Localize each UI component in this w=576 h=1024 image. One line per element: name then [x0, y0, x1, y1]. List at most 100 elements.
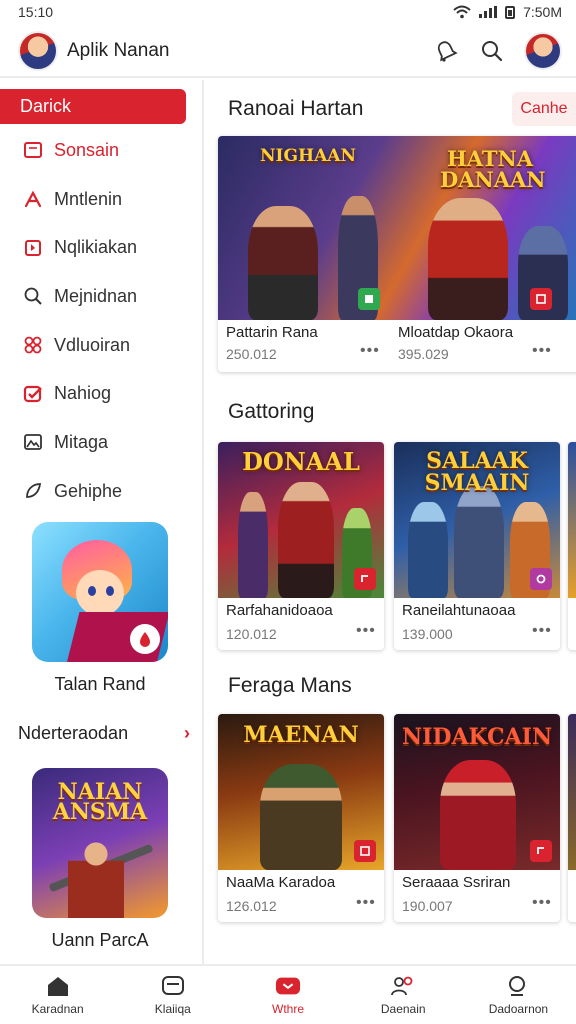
game-card-meta: 190.007 [402, 898, 453, 914]
more-options-icon[interactable]: ••• [356, 622, 376, 640]
bookmark-icon [22, 237, 44, 259]
profile-avatar[interactable] [524, 32, 562, 70]
status-bar: 15:10 7:50M [0, 0, 576, 24]
game-card-logo: NIDAKCAIN [402, 724, 553, 750]
game-card-art: NIDAKCAIN [394, 714, 560, 870]
sidebar-item-nqlikiakan[interactable]: Nqlikiakan [0, 223, 204, 272]
promo-game-hero [68, 838, 124, 918]
signal-icon [479, 6, 498, 18]
nav-label: Daenain [380, 1002, 426, 1016]
bell-icon[interactable] [432, 37, 460, 65]
game-card-title: Rarfahanidoaoa [226, 602, 333, 619]
main-content: Ranoai Hartan Canhe NIGHAAN HATNA DANAAN… [206, 80, 576, 964]
section-title-1: Ranoai Hartan [228, 97, 364, 120]
header-actions [432, 32, 562, 70]
sidebar-item-label: Sonsain [54, 139, 120, 160]
store-badge-icon [530, 840, 552, 862]
user-avatar[interactable] [18, 31, 58, 71]
game-card[interactable]: MAENAN NaaMa Karadoa 126.012 ••• [218, 714, 384, 922]
featured-left-title: Pattarin Rana [226, 324, 318, 341]
game-card-logo: MAENAN [243, 722, 359, 748]
battery-icon [505, 5, 516, 19]
promo-game-banner[interactable]: NAIAN ANSMA [32, 768, 168, 918]
featured-right-meta: 395.029 [398, 346, 449, 362]
more-link[interactable]: Nderteraodan › [18, 723, 190, 744]
sidebar-item-nahiog[interactable]: Nahiog [0, 369, 204, 418]
play-icon [275, 974, 301, 998]
status-clock: 7:50M [523, 4, 562, 20]
app-title: Aplik Nanan [67, 40, 170, 61]
nav-item-chat[interactable]: Klaiiqa [115, 966, 230, 1024]
sidebar-item-label: Nqlikiakan [54, 237, 138, 258]
search-icon[interactable] [478, 37, 506, 65]
android-badge-icon [358, 288, 380, 310]
tablet-icon [22, 139, 44, 161]
sidebar-item-gehiphe[interactable]: Gehiphe [0, 467, 204, 516]
sidebar-item-mejnidnan[interactable]: Mejnidnan [0, 272, 204, 321]
nav-item-home[interactable]: Karadnan [0, 966, 115, 1024]
promo-banner[interactable] [32, 522, 168, 662]
featured-right-title: Mloatdap Okaora [398, 324, 514, 341]
sidebar-list: Sonsain Mntlenin Nqlikiakan Mejnidnan Vd… [0, 126, 204, 516]
store-badge-icon [530, 288, 552, 310]
bottom-navigation: Karadnan Klaiiqa Wthre Daenain Dadoarnon [0, 964, 576, 1024]
art-figure [248, 206, 318, 320]
promo-badge-icon [130, 624, 160, 654]
sidebar-item-active[interactable]: Darick [0, 89, 186, 124]
promo-character-eye [88, 586, 96, 596]
chevron-right-icon: › [184, 723, 190, 743]
game-card[interactable]: SALAAK SMAAIN Raneilahtunaoaa 139.000 ••… [394, 442, 560, 650]
more-options-icon[interactable]: ••• [532, 342, 552, 360]
search-icon [505, 974, 531, 998]
nav-label: Klaiiqa [154, 1002, 191, 1016]
nav-item-search[interactable]: Dadoarnon [461, 966, 576, 1024]
sidebar-item-label: Nahiog [54, 383, 112, 404]
more-options-icon[interactable]: ••• [356, 894, 376, 912]
sidebar: Darick Sonsain Mntlenin Nqlikiakan Mejni… [0, 80, 204, 964]
game-card-art [568, 442, 576, 598]
featured-card-art: NIGHAAN HATNA DANAAN [218, 136, 576, 320]
sidebar-item-label: Mejnidnan [54, 285, 138, 306]
more-options-icon[interactable]: ••• [532, 622, 552, 640]
promo-character-face [76, 570, 124, 616]
game-card-art: MAENAN [218, 714, 384, 870]
promo-character-eye [106, 586, 114, 596]
game-card-logo: DONAAL [242, 447, 360, 476]
image-icon [22, 431, 44, 453]
game-card-meta: 120.012 [226, 626, 277, 642]
game-card[interactable]: DONAAL Rarfahanidoaoa 120.012 ••• [218, 442, 384, 650]
sidebar-item-label: Mntlenin [54, 188, 123, 209]
sidebar-item-mitaga[interactable]: Mitaga [0, 418, 204, 467]
art-figure [238, 492, 268, 598]
art-figure [454, 486, 504, 598]
more-options-icon[interactable]: ••• [532, 894, 552, 912]
game-card-meta: 139.000 [402, 626, 453, 642]
home-icon [45, 974, 71, 998]
nav-item-play[interactable]: Wthre [230, 966, 345, 1024]
sidebar-item-vdluoiran[interactable]: Vdluoiran [0, 321, 204, 370]
featured-logo-right: HATNA DANAAN [440, 146, 546, 192]
game-card-partial[interactable] [568, 442, 576, 650]
wifi-icon [453, 5, 471, 19]
game-card-art: SALAAK SMAAIN [394, 442, 560, 598]
store-badge-icon [354, 568, 376, 590]
search-icon [22, 285, 44, 307]
game-card[interactable]: NIDAKCAIN Seraaaa Ssriran 190.007 ••• [394, 714, 560, 922]
chat-icon [160, 974, 186, 998]
more-options-icon[interactable]: ••• [360, 342, 380, 360]
section-title-2: Gattoring [228, 400, 315, 423]
section-title-3: Feraga Mans [228, 674, 352, 697]
sidebar-item-mntlenin[interactable]: Mntlenin [0, 175, 204, 224]
more-label: Nderteraodan [18, 723, 129, 743]
featured-left-meta: 250.012 [226, 346, 277, 362]
featured-card[interactable]: NIGHAAN HATNA DANAAN Pattarin Rana 250.0… [218, 136, 576, 372]
store-badge-icon [530, 568, 552, 590]
app-header: Aplik Nanan [0, 26, 576, 78]
leaf-icon [22, 480, 44, 502]
game-card-partial[interactable] [568, 714, 576, 922]
sidebar-item-sonsain[interactable]: Sonsain [0, 126, 204, 175]
promo-caption: Talan Rand [54, 674, 146, 694]
filter-chip[interactable]: Canhe [512, 92, 576, 126]
nav-item-people[interactable]: Daenain [346, 966, 461, 1024]
check-icon [22, 383, 44, 405]
